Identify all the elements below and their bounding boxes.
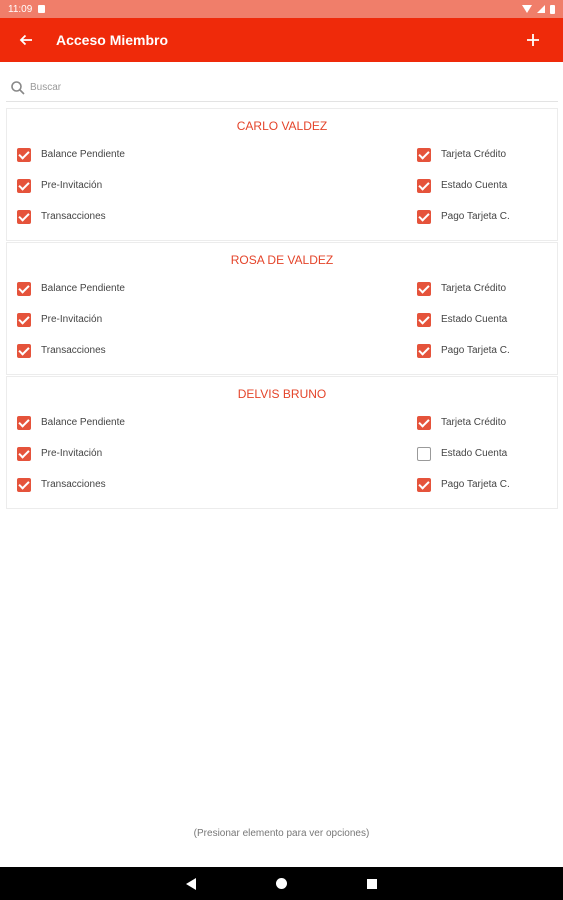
member-card[interactable]: CARLO VALDEZ Balance Pendiente Tarjeta Cré… bbox=[6, 108, 558, 241]
nav-back-icon[interactable] bbox=[186, 877, 196, 890]
system-nav-bar bbox=[0, 867, 563, 900]
member-list: CARLO VALDEZ Balance Pendiente Tarjeta Cré… bbox=[6, 108, 558, 510]
member-name: DELVIS BRUNO bbox=[237, 387, 327, 401]
permission-option[interactable]: Transacciones bbox=[7, 343, 106, 358]
notification-icon bbox=[38, 5, 46, 13]
checkbox-checked[interactable] bbox=[417, 281, 431, 296]
status-icons bbox=[522, 4, 555, 14]
checkbox-unchecked[interactable] bbox=[417, 446, 431, 461]
arrow-left-icon bbox=[19, 34, 32, 46]
permission-option[interactable]: Pre-Invitación bbox=[7, 312, 103, 327]
permission-label: Transacciones bbox=[41, 479, 106, 490]
permission-option[interactable]: Pre-Invitación bbox=[7, 178, 103, 193]
permission-option[interactable]: Tarjeta Crédito bbox=[417, 281, 557, 296]
app-bar: Acceso Miembro bbox=[0, 18, 563, 62]
permission-label: Balance Pendiente bbox=[41, 149, 125, 160]
nav-recents-icon[interactable] bbox=[367, 878, 377, 889]
checkbox-checked[interactable] bbox=[17, 281, 31, 296]
wifi-icon bbox=[522, 5, 532, 13]
permission-option[interactable]: Tarjeta Crédito bbox=[417, 147, 557, 162]
checkbox-checked[interactable] bbox=[17, 209, 31, 224]
back-button[interactable] bbox=[0, 18, 52, 62]
permission-option[interactable]: Tarjeta Crédito bbox=[417, 415, 557, 430]
search-icon bbox=[11, 80, 25, 95]
battery-icon bbox=[550, 4, 555, 14]
permission-label: Pago Tarjeta C. bbox=[441, 479, 510, 490]
checkbox-checked[interactable] bbox=[417, 312, 431, 327]
permission-row: Balance Pendiente Tarjeta Crédito bbox=[7, 407, 557, 438]
search-bar bbox=[6, 74, 558, 102]
permission-option[interactable]: Estado Cuenta bbox=[417, 312, 557, 327]
permission-label: Estado Cuenta bbox=[441, 448, 508, 459]
checkbox-checked[interactable] bbox=[417, 343, 431, 358]
status-time: 11:09 bbox=[8, 3, 33, 15]
permission-row: Pre-Invitación Estado Cuenta bbox=[7, 170, 557, 201]
permission-label: Pre-Invitación bbox=[41, 448, 103, 459]
page-title: Acceso Miembro bbox=[56, 32, 169, 48]
member-name: ROSA DE VALDEZ bbox=[230, 253, 334, 267]
permission-label: Pre-Invitación bbox=[41, 180, 103, 191]
checkbox-checked[interactable] bbox=[17, 415, 31, 430]
permission-row: Balance Pendiente Tarjeta Crédito bbox=[7, 273, 557, 304]
checkbox-checked[interactable] bbox=[417, 415, 431, 430]
permission-row: Transacciones Pago Tarjeta C. bbox=[7, 469, 557, 500]
permission-label: Tarjeta Crédito bbox=[441, 149, 507, 160]
permission-label: Pago Tarjeta C. bbox=[441, 211, 510, 222]
checkbox-checked[interactable] bbox=[17, 446, 31, 461]
permission-label: Tarjeta Crédito bbox=[441, 417, 507, 428]
permission-option[interactable]: Pago Tarjeta C. bbox=[417, 477, 557, 492]
permission-row: Balance Pendiente Tarjeta Crédito bbox=[7, 139, 557, 170]
permission-label: Transacciones bbox=[41, 345, 106, 356]
plus-icon bbox=[527, 34, 539, 46]
add-button[interactable] bbox=[503, 18, 563, 62]
permission-option[interactable]: Pre-Invitación bbox=[7, 446, 103, 461]
permission-option[interactable]: Balance Pendiente bbox=[7, 147, 125, 162]
permission-label: Pre-Invitación bbox=[41, 314, 103, 325]
checkbox-checked[interactable] bbox=[417, 178, 431, 193]
checkbox-checked[interactable] bbox=[417, 477, 431, 492]
permission-option[interactable]: Estado Cuenta bbox=[417, 446, 557, 461]
checkbox-checked[interactable] bbox=[17, 147, 31, 162]
permission-label: Pago Tarjeta C. bbox=[441, 345, 510, 356]
search-input[interactable] bbox=[30, 82, 558, 93]
nav-home-icon[interactable] bbox=[276, 878, 287, 889]
status-bar: 11:09 bbox=[0, 0, 563, 18]
checkbox-checked[interactable] bbox=[17, 178, 31, 193]
permission-option[interactable]: Pago Tarjeta C. bbox=[417, 343, 557, 358]
permission-label: Balance Pendiente bbox=[41, 417, 125, 428]
permission-label: Estado Cuenta bbox=[441, 180, 508, 191]
permission-row: Transacciones Pago Tarjeta C. bbox=[7, 335, 557, 366]
permission-option[interactable]: Balance Pendiente bbox=[7, 415, 125, 430]
permission-option[interactable]: Transacciones bbox=[7, 477, 106, 492]
permission-label: Transacciones bbox=[41, 211, 106, 222]
permission-option[interactable]: Balance Pendiente bbox=[7, 281, 125, 296]
permission-row: Pre-Invitación Estado Cuenta bbox=[7, 438, 557, 469]
member-card[interactable]: DELVIS BRUNO Balance Pendiente Tarjeta Cré… bbox=[6, 376, 558, 509]
checkbox-checked[interactable] bbox=[17, 477, 31, 492]
checkbox-checked[interactable] bbox=[17, 312, 31, 327]
permission-label: Estado Cuenta bbox=[441, 314, 508, 325]
checkbox-checked[interactable] bbox=[417, 209, 431, 224]
member-name: CARLO VALDEZ bbox=[236, 119, 328, 133]
permission-row: Pre-Invitación Estado Cuenta bbox=[7, 304, 557, 335]
permission-option[interactable]: Pago Tarjeta C. bbox=[417, 209, 557, 224]
permission-option[interactable]: Estado Cuenta bbox=[417, 178, 557, 193]
permission-row: Transacciones Pago Tarjeta C. bbox=[7, 201, 557, 232]
permission-label: Tarjeta Crédito bbox=[441, 283, 507, 294]
permission-option[interactable]: Transacciones bbox=[7, 209, 106, 224]
checkbox-checked[interactable] bbox=[417, 147, 431, 162]
hint-text: (Presionar elemento para ver opciones) bbox=[193, 828, 370, 839]
member-card[interactable]: ROSA DE VALDEZ Balance Pendiente Tarjeta C… bbox=[6, 242, 558, 375]
checkbox-checked[interactable] bbox=[17, 343, 31, 358]
permission-label: Balance Pendiente bbox=[41, 283, 125, 294]
signal-icon bbox=[537, 5, 545, 13]
